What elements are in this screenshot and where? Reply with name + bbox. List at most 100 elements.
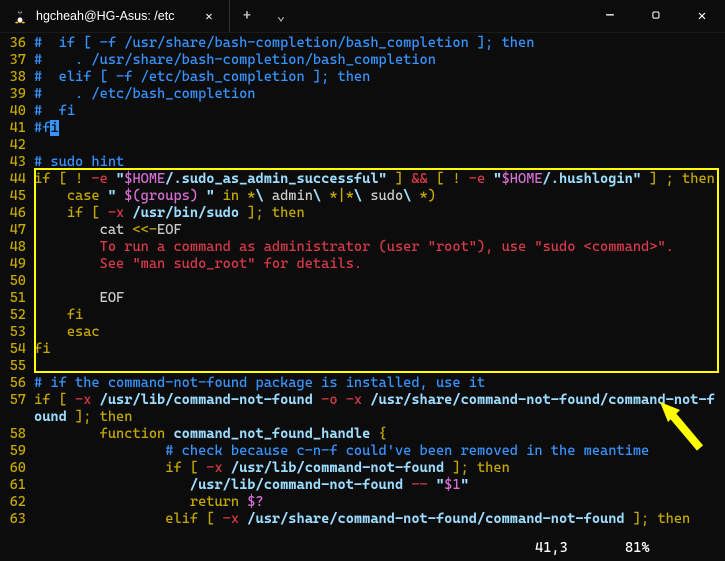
code-content: elif [ -x /usr/share/command-not-found/c…: [34, 511, 725, 528]
code-content: # sudo hint: [34, 154, 725, 171]
code-content: # fi: [34, 103, 725, 120]
code-line[interactable]: 63 elif [ -x /usr/share/command-not-foun…: [0, 511, 725, 528]
line-number: 55: [0, 358, 34, 375]
code-content: EOF: [34, 290, 725, 307]
tab-close-button[interactable]: ✕: [199, 6, 219, 26]
code-content: #fi: [34, 120, 725, 137]
code-line[interactable]: 43# sudo hint: [0, 154, 725, 171]
code-content: fi: [34, 307, 725, 324]
vim-status-ruler: 41,381%: [535, 540, 715, 557]
line-number: [0, 409, 34, 426]
code-content: if [ -x /usr/lib/command-not-found ]; th…: [34, 460, 725, 477]
line-number: 44: [0, 171, 34, 188]
tab-dropdown-button[interactable]: ⌄: [264, 0, 298, 32]
code-line[interactable]: 62 return $?: [0, 494, 725, 511]
code-content: To run a command as administrator (user …: [34, 239, 725, 256]
line-number: 51: [0, 290, 34, 307]
code-line[interactable]: 37# . /usr/share/bash-completion/bash_co…: [0, 52, 725, 69]
code-line[interactable]: 41#fi: [0, 120, 725, 137]
code-content: [34, 273, 725, 290]
line-number: 61: [0, 477, 34, 494]
line-number: 40: [0, 103, 34, 120]
code-content: if [ -x /usr/bin/sudo ]; then: [34, 205, 725, 222]
code-content: [34, 358, 725, 375]
code-content: if [ -x /usr/lib/command-not-found -o -x…: [34, 392, 725, 409]
code-line[interactable]: 49 See "man sudo_root" for details.: [0, 256, 725, 273]
code-line[interactable]: 54fi: [0, 341, 725, 358]
code-content: # check because c-n-f could've been remo…: [34, 443, 725, 460]
code-line[interactable]: 50: [0, 273, 725, 290]
line-number: 46: [0, 205, 34, 222]
code-line[interactable]: 53 esac: [0, 324, 725, 341]
code-line[interactable]: 57if [ -x /usr/lib/command-not-found -o …: [0, 392, 725, 409]
code-content: # . /usr/share/bash-completion/bash_comp…: [34, 52, 725, 69]
code-line[interactable]: 61 /usr/lib/command-not-found -- "$1": [0, 477, 725, 494]
line-number: 54: [0, 341, 34, 358]
code-line[interactable]: 55: [0, 358, 725, 375]
tux-icon: [12, 8, 28, 24]
code-content: [34, 137, 725, 154]
code-content: ound ]; then: [34, 409, 725, 426]
code-line[interactable]: 59 # check because c-n-f could've been r…: [0, 443, 725, 460]
code-content: if [ ! -e "$HOME/.sudo_as_admin_successf…: [34, 171, 725, 188]
cursor-position: 41,3: [535, 540, 625, 557]
line-number: 59: [0, 443, 34, 460]
tab-active[interactable]: hgcheah@HG-Asus: /etc ✕: [0, 0, 230, 32]
maximize-button[interactable]: ▢: [633, 0, 679, 32]
line-number: 45: [0, 188, 34, 205]
code-line[interactable]: 56# if the command-not-found package is …: [0, 375, 725, 392]
line-number: 42: [0, 137, 34, 154]
code-content: esac: [34, 324, 725, 341]
minimize-button[interactable]: —: [587, 0, 633, 32]
line-number: 62: [0, 494, 34, 511]
scroll-percent: 81%: [625, 540, 715, 557]
line-number: 57: [0, 392, 34, 409]
titlebar: hgcheah@HG-Asus: /etc ✕ + ⌄ — ▢ ✕: [0, 0, 725, 33]
editor-viewport[interactable]: 36# if [ -f /usr/share/bash-completion/b…: [0, 33, 725, 528]
line-number: 41: [0, 120, 34, 137]
code-content: fi: [34, 341, 725, 358]
line-number: 50: [0, 273, 34, 290]
code-line[interactable]: 38# elif [ -f /etc/bash_completion ]; th…: [0, 69, 725, 86]
code-line[interactable]: 40# fi: [0, 103, 725, 120]
line-number: 38: [0, 69, 34, 86]
window-controls: — ▢ ✕: [587, 0, 725, 32]
line-number: 63: [0, 511, 34, 528]
code-line[interactable]: 52 fi: [0, 307, 725, 324]
line-number: 39: [0, 86, 34, 103]
code-line[interactable]: 60 if [ -x /usr/lib/command-not-found ];…: [0, 460, 725, 477]
new-tab-button[interactable]: +: [230, 0, 264, 32]
code-line-wrap[interactable]: ound ]; then: [0, 409, 725, 426]
code-content: case " $(groups) " in *\ admin\ *|*\ sud…: [34, 188, 725, 205]
code-line[interactable]: 36# if [ -f /usr/share/bash-completion/b…: [0, 35, 725, 52]
code-line[interactable]: 44if [ ! -e "$HOME/.sudo_as_admin_succes…: [0, 171, 725, 188]
code-content: # if the command-not-found package is in…: [34, 375, 725, 392]
code-content: See "man sudo_root" for details.: [34, 256, 725, 273]
code-content: # . /etc/bash_completion: [34, 86, 725, 103]
code-content: cat <<-EOF: [34, 222, 725, 239]
code-line[interactable]: 48 To run a command as administrator (us…: [0, 239, 725, 256]
code-line[interactable]: 39# . /etc/bash_completion: [0, 86, 725, 103]
line-number: 53: [0, 324, 34, 341]
line-number: 47: [0, 222, 34, 239]
code-line[interactable]: 46 if [ -x /usr/bin/sudo ]; then: [0, 205, 725, 222]
code-line[interactable]: 45 case " $(groups) " in *\ admin\ *|*\ …: [0, 188, 725, 205]
line-number: 58: [0, 426, 34, 443]
line-number: 60: [0, 460, 34, 477]
code-line[interactable]: 51 EOF: [0, 290, 725, 307]
tab-title: hgcheah@HG-Asus: /etc: [36, 8, 174, 25]
line-number: 52: [0, 307, 34, 324]
line-number: 48: [0, 239, 34, 256]
line-number: 49: [0, 256, 34, 273]
close-window-button[interactable]: ✕: [679, 0, 725, 32]
line-number: 36: [0, 35, 34, 52]
line-number: 43: [0, 154, 34, 171]
code-content: /usr/lib/command-not-found -- "$1": [34, 477, 725, 494]
code-line[interactable]: 42: [0, 137, 725, 154]
code-content: # elif [ -f /etc/bash_completion ]; then: [34, 69, 725, 86]
code-line[interactable]: 58 function command_not_found_handle {: [0, 426, 725, 443]
code-content: # if [ -f /usr/share/bash-completion/bas…: [34, 35, 725, 52]
code-content: return $?: [34, 494, 725, 511]
code-line[interactable]: 47 cat <<-EOF: [0, 222, 725, 239]
code-content: function command_not_found_handle {: [34, 426, 725, 443]
